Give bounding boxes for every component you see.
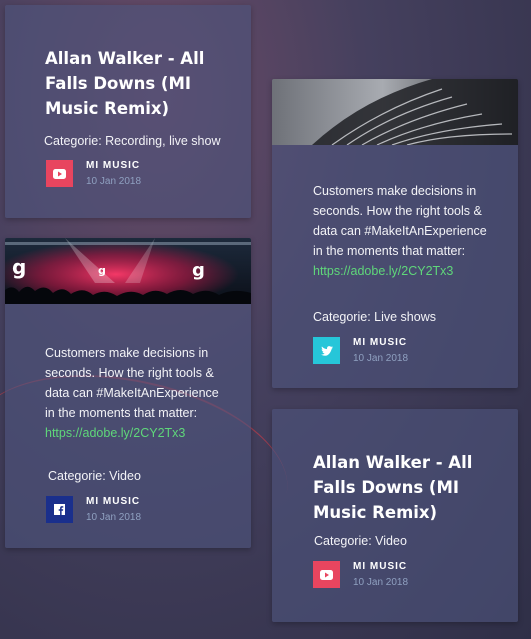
post-author: MI MUSIC 10 Jan 2018 [46,496,141,523]
youtube-icon [320,569,333,580]
youtube-badge[interactable] [313,561,340,588]
post-date: 10 Jan 2018 [86,176,142,187]
post-date: 10 Jan 2018 [353,353,409,364]
post-category: Categorie: Video [314,534,407,548]
svg-text:g: g [98,264,106,277]
twitter-badge[interactable] [313,337,340,364]
author-name[interactable]: MI MUSIC [353,337,408,348]
facebook-icon [54,504,65,515]
svg-text:g: g [192,260,205,281]
post-date: 10 Jan 2018 [353,577,409,588]
post-title[interactable]: Allan Walker - All Falls Downs (MI Music… [45,46,235,121]
author-name[interactable]: MI MUSIC [86,496,141,507]
twitter-icon [320,345,333,356]
author-name[interactable]: MI MUSIC [86,160,141,171]
post-card-2[interactable]: g g g Customers make decisions in second… [5,238,251,548]
hair-photo-image[interactable] [272,79,518,145]
youtube-badge[interactable] [46,160,73,187]
svg-text:g: g [12,255,26,279]
post-author: MI MUSIC 10 Jan 2018 [313,561,408,588]
post-card-1[interactable]: Allan Walker - All Falls Downs (MI Music… [5,5,251,218]
post-author: MI MUSIC 10 Jan 2018 [313,337,408,364]
facebook-badge[interactable] [46,496,73,523]
post-description: Customers make decisions in seconds. How… [313,181,493,281]
post-link[interactable]: https://adobe.ly/2CY2Tx3 [313,261,493,281]
post-category: Categorie: Video [48,469,141,483]
post-card-3[interactable]: Customers make decisions in seconds. How… [272,79,518,388]
post-link[interactable]: https://adobe.ly/2CY2Tx3 [45,423,225,443]
post-title[interactable]: Allan Walker - All Falls Downs (MI Music… [313,450,503,525]
author-name[interactable]: MI MUSIC [353,561,408,572]
youtube-icon [53,168,66,179]
post-author: MI MUSIC 10 Jan 2018 [46,160,141,187]
post-category: Categorie: Live shows [313,310,436,324]
post-description: Customers make decisions in seconds. How… [45,343,225,443]
concert-image[interactable]: g g g [5,238,251,304]
post-date: 10 Jan 2018 [86,512,142,523]
post-card-4[interactable]: Allan Walker - All Falls Downs (MI Music… [272,409,518,622]
post-category: Categorie: Recording, live show [44,134,221,148]
